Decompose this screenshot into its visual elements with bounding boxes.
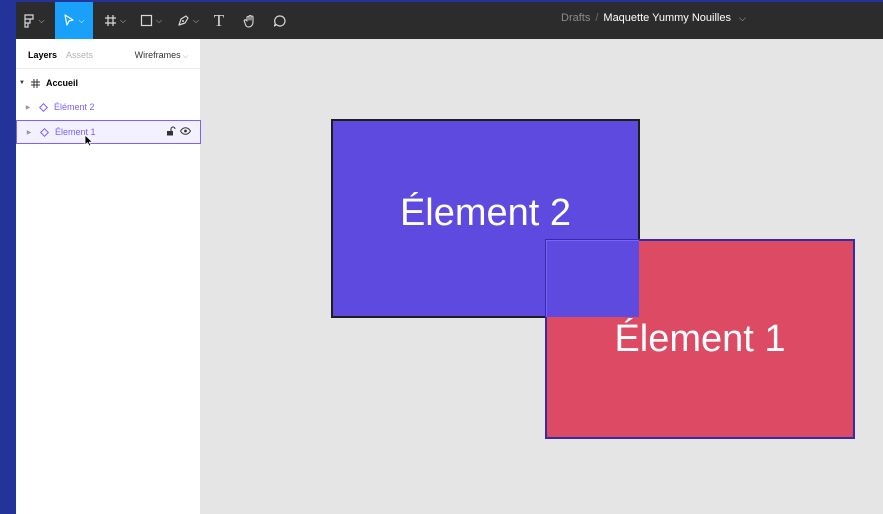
element-2-overlap-region bbox=[546, 240, 639, 317]
collapse-caret-icon[interactable]: ▶ bbox=[16, 104, 36, 111]
layer-row-element-1[interactable]: ▶ Élement 1 bbox=[16, 120, 201, 144]
toolbar: ⌵ ⌵ ⌵ ⌵ ⌵ T Drafts / Maquette Yummy Noui… bbox=[16, 0, 883, 39]
chevron-down-icon: ⌵ bbox=[192, 15, 200, 25]
frame-hash-icon bbox=[28, 78, 42, 88]
figma-window: ⌵ ⌵ ⌵ ⌵ ⌵ T Drafts / Maquette Yummy Noui… bbox=[16, 0, 883, 514]
chevron-down-icon[interactable]: ⌵ bbox=[739, 13, 746, 24]
breadcrumb-separator: / bbox=[595, 12, 599, 24]
figma-menu-icon bbox=[23, 13, 35, 28]
chevron-down-icon: ⌵ bbox=[182, 53, 188, 60]
hand-tool-button[interactable] bbox=[238, 2, 262, 39]
shape-tool-button[interactable]: ⌵ bbox=[136, 2, 166, 39]
rectangle-icon bbox=[140, 14, 153, 27]
comment-icon bbox=[273, 14, 287, 28]
text-tool-button[interactable]: T bbox=[208, 2, 230, 39]
element-2-label: Élement 2 bbox=[399, 192, 572, 234]
layer-label: Accueil bbox=[46, 78, 79, 88]
component-instance-icon bbox=[37, 127, 51, 137]
panel-tabs: Layers Assets Wireframes ⌵ bbox=[16, 39, 200, 69]
file-name[interactable]: Maquette Yummy Nouilles bbox=[603, 12, 731, 24]
pen-tool-button[interactable]: ⌵ bbox=[173, 2, 203, 39]
eye-icon[interactable] bbox=[179, 127, 192, 137]
page-selector[interactable]: Wireframes ⌵ bbox=[135, 50, 188, 61]
mouse-pointer-icon bbox=[84, 134, 94, 152]
tab-layers[interactable]: Layers bbox=[28, 50, 57, 60]
main-menu-button[interactable]: ⌵ bbox=[16, 2, 52, 39]
frame-hash-icon bbox=[104, 14, 117, 27]
layer-row-frame[interactable]: ▼ Accueil bbox=[16, 72, 201, 94]
layers-panel: Layers Assets Wireframes ⌵ ▼ Accueil ▶ Él… bbox=[16, 39, 201, 514]
frame-tool-button[interactable]: ⌵ bbox=[100, 2, 130, 39]
chevron-down-icon: ⌵ bbox=[78, 15, 85, 25]
layer-label: Élément 2 bbox=[54, 102, 95, 112]
breadcrumb-folder[interactable]: Drafts bbox=[561, 12, 590, 24]
comment-tool-button[interactable] bbox=[268, 2, 292, 39]
unlock-icon[interactable] bbox=[166, 126, 176, 138]
chevron-down-icon: ⌵ bbox=[155, 15, 163, 25]
expand-caret-icon[interactable]: ▼ bbox=[16, 80, 28, 86]
element-1-label: Élement 1 bbox=[614, 317, 786, 360]
hand-icon bbox=[243, 14, 257, 28]
collapse-caret-icon[interactable]: ▶ bbox=[17, 129, 37, 136]
component-instance-icon bbox=[36, 102, 50, 112]
chevron-down-icon: ⌵ bbox=[119, 15, 127, 25]
pen-icon bbox=[177, 14, 190, 27]
cursor-arrow-icon bbox=[63, 14, 75, 27]
layer-row-element-2[interactable]: ▶ Élément 2 bbox=[16, 96, 201, 118]
canvas[interactable]: Élement 2 Élement 1 bbox=[201, 39, 883, 514]
move-tool-button[interactable]: ⌵ bbox=[55, 2, 93, 39]
tab-assets[interactable]: Assets bbox=[66, 50, 93, 60]
page-name: Wireframes bbox=[134, 50, 181, 60]
breadcrumb: Drafts / Maquette Yummy Nouilles ⌵ bbox=[561, 12, 746, 24]
text-icon: T bbox=[213, 10, 225, 30]
chevron-down-icon: ⌵ bbox=[38, 15, 45, 25]
